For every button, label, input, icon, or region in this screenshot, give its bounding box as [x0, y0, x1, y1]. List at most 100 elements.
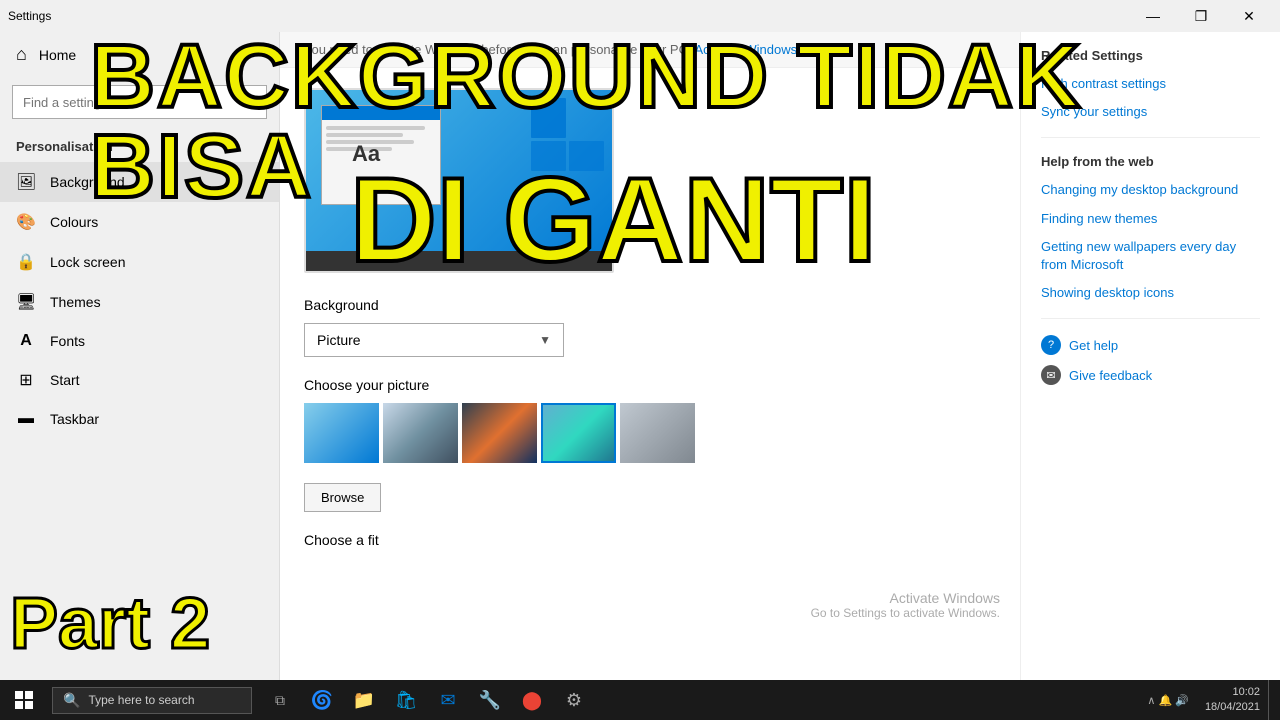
maximize-button[interactable]: ❐ [1178, 0, 1224, 32]
lock-screen-label: Lock screen [50, 254, 125, 270]
preview-window-titlebar [322, 106, 440, 120]
chrome-icon[interactable]: ⬤ [512, 680, 552, 720]
colours-icon: 🎨 [16, 212, 36, 232]
right-panel: Related Settings High contrast settings … [1020, 32, 1280, 680]
background-label: Background [50, 174, 125, 190]
start-button[interactable] [0, 680, 48, 720]
help-from-web-title: Help from the web [1041, 154, 1260, 169]
taskbar-search-icon: 🔍 [63, 692, 80, 709]
personalisation-header: Personalisation [0, 127, 279, 162]
edge-browser-icon[interactable]: 🌀 [302, 680, 342, 720]
choose-fit-label: Choose a fit [304, 532, 996, 548]
new-wallpapers-link[interactable]: Getting new wallpapers every day from Mi… [1041, 238, 1260, 274]
sidebar-item-themes[interactable]: 🖥 Themes [0, 282, 279, 322]
taskbar-icons: ⧉ 🌀 📁 🛍 ✉ 🔧 ⬤ ⚙ [260, 680, 594, 720]
date-display: 18/04/2021 [1205, 700, 1260, 715]
sidebar-item-taskbar[interactable]: ▬ Taskbar [0, 400, 279, 438]
fonts-label: Fonts [50, 333, 85, 349]
high-contrast-link[interactable]: High contrast settings [1041, 75, 1260, 93]
colours-label: Colours [50, 214, 98, 230]
taskbar-label: Taskbar [50, 411, 99, 427]
get-help-item[interactable]: ? Get help [1041, 335, 1260, 355]
search-input[interactable] [13, 89, 234, 116]
picture-grid [304, 403, 996, 463]
sync-settings-link[interactable]: Sync your settings [1041, 103, 1260, 121]
settings-icon[interactable]: ⚙ [554, 680, 594, 720]
preview-tiles [531, 98, 604, 171]
sidebar-item-start[interactable]: ⊞ Start [0, 360, 279, 400]
store-icon[interactable]: 🛍 [386, 680, 426, 720]
desktop-icons-link[interactable]: Showing desktop icons [1041, 284, 1260, 302]
activate-watermark-title: Activate Windows [811, 590, 1000, 606]
mail-icon[interactable]: ✉ [428, 680, 468, 720]
window-title: Settings [8, 9, 51, 23]
give-feedback-item[interactable]: ✉ Give feedback [1041, 365, 1260, 385]
content-area: Aa Background Picture ▼ Choose your [280, 68, 1020, 576]
feedback-icon: ✉ [1041, 365, 1061, 385]
give-feedback-link[interactable]: Give feedback [1069, 368, 1152, 383]
picture-thumb-1[interactable] [304, 403, 379, 463]
main-content: You need to activate Windows before you … [280, 32, 1020, 680]
search-button[interactable]: 🔍 [234, 86, 266, 118]
window-controls: — ❐ ✕ [1130, 0, 1272, 32]
start-icon: ⊞ [16, 370, 36, 390]
activate-watermark: Activate Windows Go to Settings to activ… [811, 590, 1000, 620]
taskbar-icon: ▬ [16, 410, 36, 428]
sidebar: ⌂ Home 🔍 Personalisation 🖼 Background 🎨 … [0, 32, 280, 680]
file-explorer-icon[interactable]: 📁 [344, 680, 384, 720]
app-icon-6[interactable]: 🔧 [470, 680, 510, 720]
choose-picture-label: Choose your picture [304, 377, 996, 393]
related-settings-title: Related Settings [1041, 48, 1260, 63]
taskbar-search-text: Type here to search [88, 693, 194, 707]
sidebar-item-colours[interactable]: 🎨 Colours [0, 202, 279, 242]
taskbar-right: ∧ 🔔 🔊 10:02 18/04/2021 [1139, 680, 1280, 720]
themes-label: Themes [50, 294, 101, 310]
get-help-link[interactable]: Get help [1069, 338, 1118, 353]
changing-bg-link[interactable]: Changing my desktop background [1041, 181, 1260, 199]
sidebar-item-background[interactable]: 🖼 Background [0, 162, 279, 202]
start-label: Start [50, 372, 80, 388]
system-tray[interactable]: ∧ 🔔 🔊 [1139, 694, 1197, 707]
background-section-label: Background [304, 297, 996, 313]
preview-tile-1 [531, 141, 566, 171]
picture-thumb-4[interactable] [541, 403, 616, 463]
preview-aa-text: Aa [352, 141, 380, 167]
sidebar-item-fonts[interactable]: A Fonts [0, 322, 279, 360]
show-desktop-button[interactable] [1268, 680, 1276, 720]
browse-button[interactable]: Browse [304, 483, 381, 512]
minimize-button[interactable]: — [1130, 0, 1176, 32]
taskbar-search-box[interactable]: 🔍 Type here to search [52, 687, 252, 714]
fonts-icon: A [16, 332, 36, 350]
home-icon: ⌂ [16, 44, 27, 65]
preview-tile-2 [569, 141, 604, 171]
panel-divider [1041, 137, 1260, 138]
preview-window: Aa [321, 105, 441, 205]
picture-thumb-5[interactable] [620, 403, 695, 463]
picture-thumb-3[interactable] [462, 403, 537, 463]
dropdown-arrow-icon: ▼ [539, 333, 551, 347]
theme-preview: Aa [304, 88, 614, 273]
lock-icon: 🔒 [16, 252, 36, 272]
activation-text: You need to activate Windows before you … [304, 42, 692, 57]
close-button[interactable]: ✕ [1226, 0, 1272, 32]
task-view-button[interactable]: ⧉ [260, 680, 300, 720]
app-container: ⌂ Home 🔍 Personalisation 🖼 Background 🎨 … [0, 32, 1280, 680]
preview-taskbar [306, 251, 612, 271]
taskbar-bar: 🔍 Type here to search ⧉ 🌀 📁 🛍 ✉ 🔧 ⬤ ⚙ ∧ … [0, 680, 1280, 720]
home-label: Home [39, 47, 76, 63]
preview-tile-large [531, 98, 566, 138]
background-icon: 🖼 [16, 172, 36, 192]
search-box: 🔍 [12, 85, 267, 119]
time-display: 10:02 [1205, 685, 1260, 700]
title-bar: Settings — ❐ ✕ [0, 0, 1280, 32]
picture-thumb-2[interactable] [383, 403, 458, 463]
finding-themes-link[interactable]: Finding new themes [1041, 210, 1260, 228]
themes-icon: 🖥 [16, 292, 36, 312]
home-nav-item[interactable]: ⌂ Home [0, 32, 279, 77]
clock[interactable]: 10:02 18/04/2021 [1199, 685, 1266, 716]
activation-link[interactable]: Activate Windows now. [695, 42, 828, 57]
background-dropdown[interactable]: Picture ▼ [304, 323, 564, 357]
sidebar-item-lock-screen[interactable]: 🔒 Lock screen [0, 242, 279, 282]
panel-divider-2 [1041, 318, 1260, 319]
dropdown-value: Picture [317, 332, 361, 348]
